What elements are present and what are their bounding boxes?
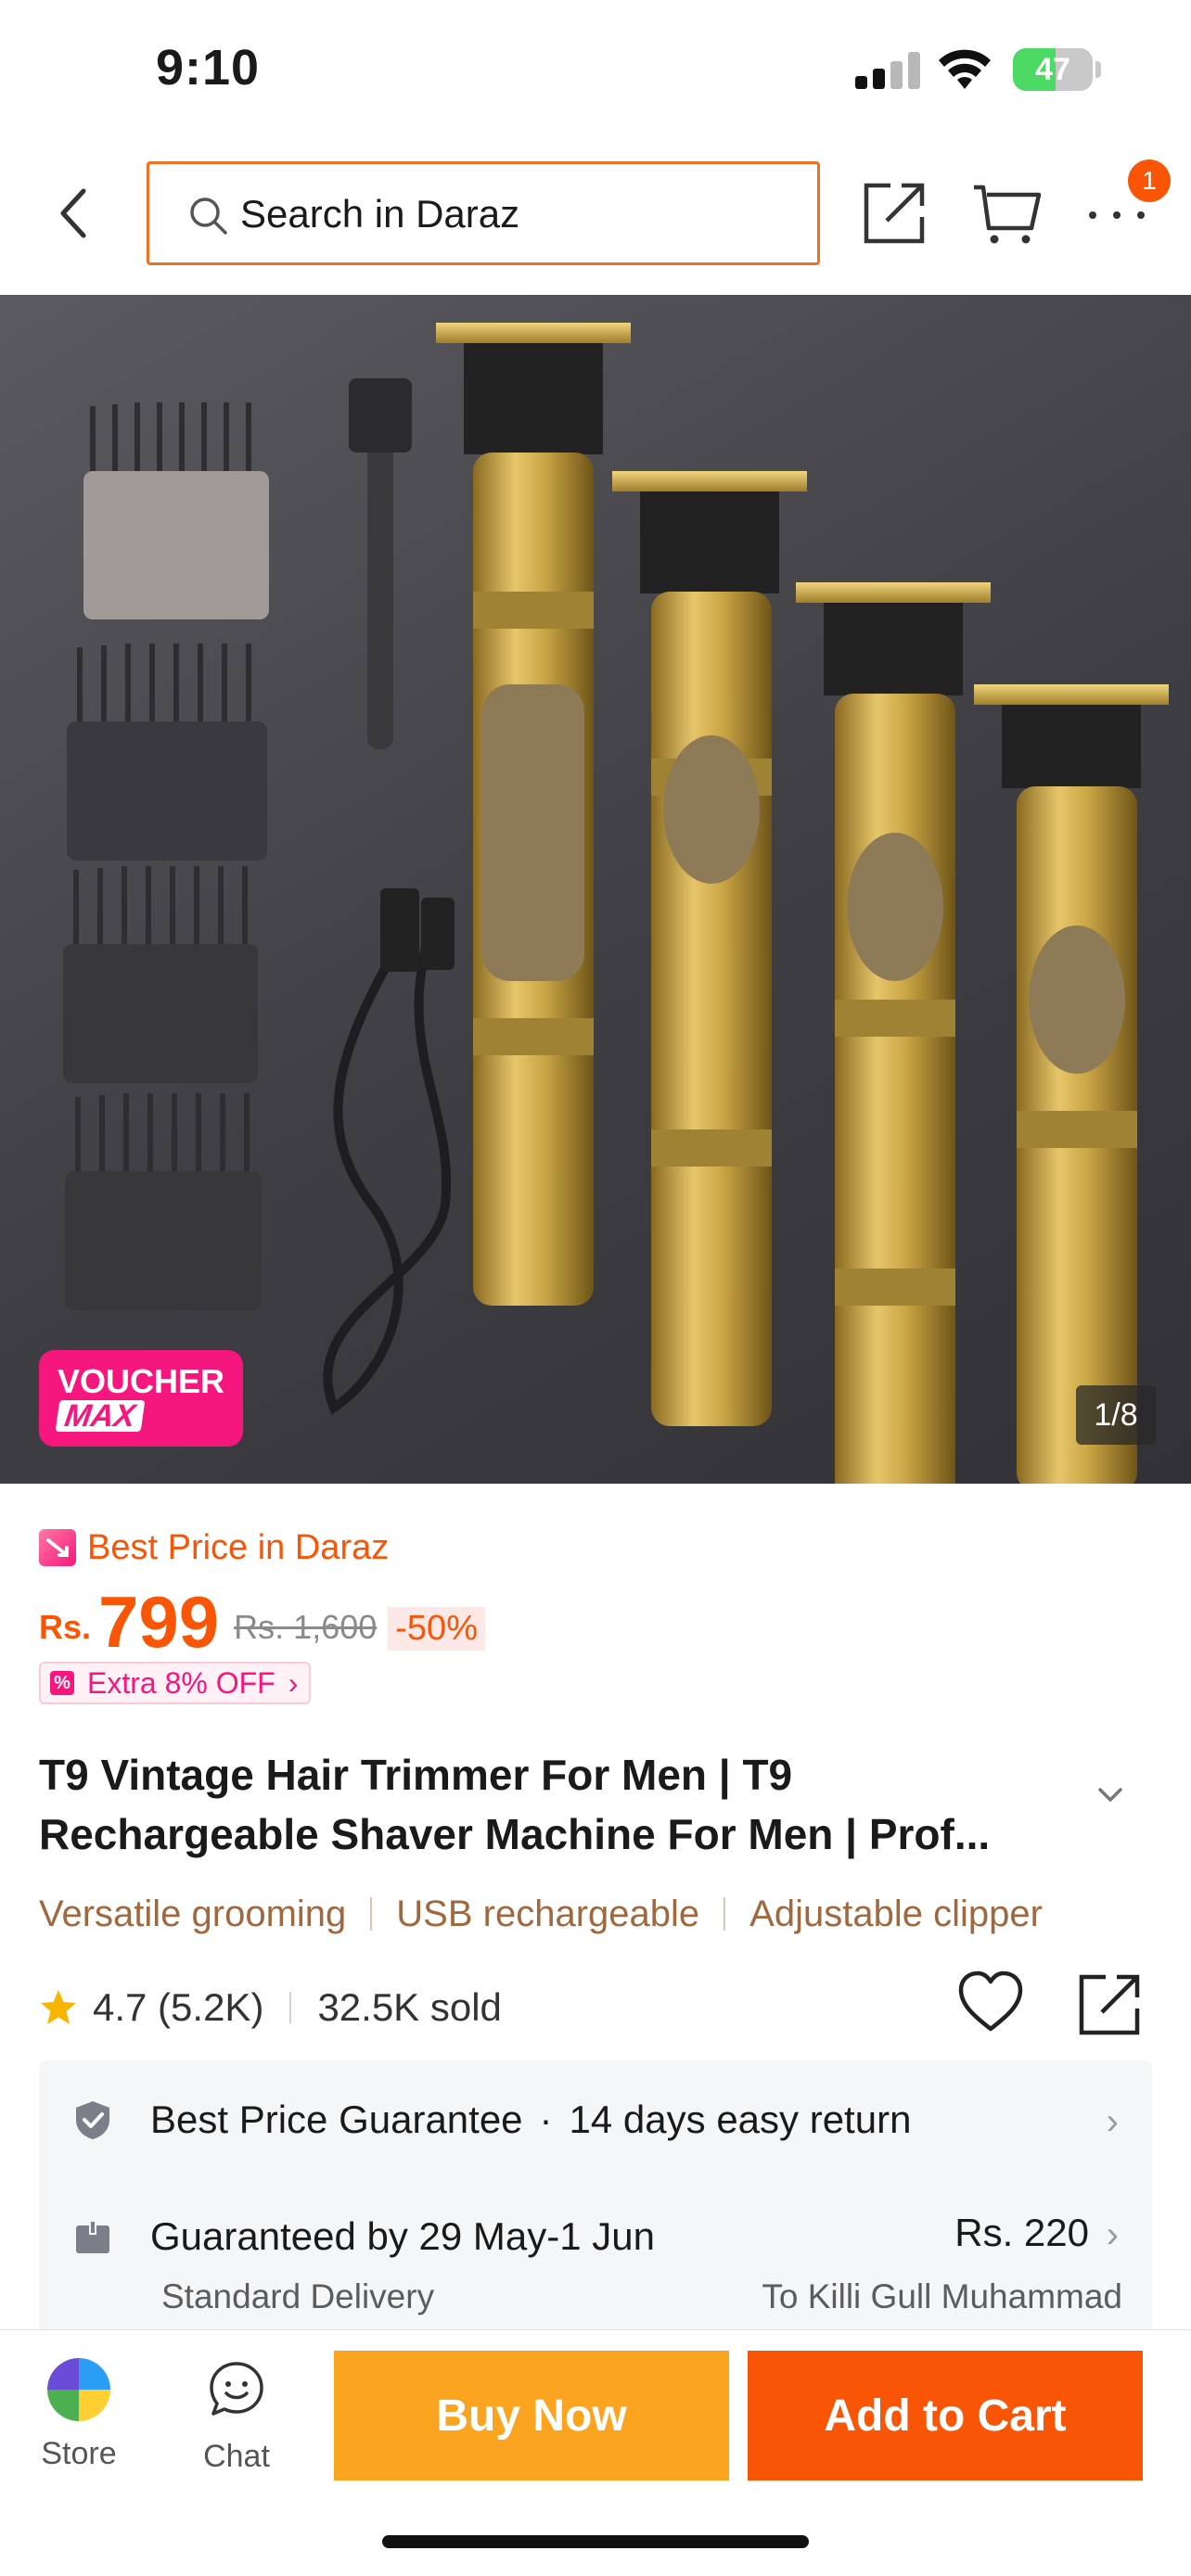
chevron-right-icon: ›: [1106, 2214, 1119, 2255]
product-photo: [63, 323, 1169, 1484]
status-time: 9:10: [156, 40, 261, 96]
sold-count: 32.5K sold: [317, 1985, 502, 2029]
feature-tags: Versatile grooming USB rechargeable Adju…: [39, 1886, 1191, 1942]
store-label: Store: [41, 2436, 117, 2471]
returns-label: 14 days easy return: [569, 2098, 912, 2141]
delivery-row[interactable]: Guaranteed by 29 May-1 Jun Rs. 220 ›: [72, 2209, 1130, 2264]
heart-icon[interactable]: [955, 1968, 1026, 2038]
price-row: Rs. 799 Rs. 1,600 -50%: [39, 1576, 485, 1660]
trimmer: [796, 582, 991, 1484]
share-icon[interactable]: [1076, 1970, 1145, 2038]
coupon-icon: %: [50, 1671, 74, 1695]
store-avatar-icon: [47, 2358, 110, 2421]
discount-badge: -50%: [388, 1607, 485, 1651]
extra-offer-chip[interactable]: % Extra 8% OFF ›: [39, 1662, 312, 1704]
product-title: T9 Vintage Hair Trimmer For Men | T9 Rec…: [39, 1751, 991, 1858]
service-card: Best Price Guarantee · 14 days easy retu…: [39, 2060, 1152, 2329]
feature-tag: USB rechargeable: [396, 1893, 700, 1934]
price-tag-icon: [39, 1529, 76, 1566]
feature-tag: Adjustable clipper: [749, 1893, 1043, 1934]
top-nav: Search in Daraz 1: [0, 139, 1191, 295]
add-to-cart-button[interactable]: Add to Cart: [748, 2351, 1143, 2480]
rating-row[interactable]: 4.7 (5.2K) 32.5K sold: [39, 1975, 502, 2040]
trimmer: [974, 684, 1169, 1484]
best-price-badge: Best Price in Daraz: [39, 1524, 389, 1571]
product-image-gallery[interactable]: VOUCHER MAX 1/8: [0, 295, 1191, 1484]
battery-charging-icon: 47: [1013, 48, 1102, 91]
delivery-fee: Rs. 220: [954, 2211, 1089, 2254]
cart-icon[interactable]: [970, 176, 1044, 249]
delivery-location: To Killi Gull Muhammad: [762, 2277, 1122, 2315]
battery-percent: 47: [1035, 52, 1070, 87]
star-icon: [41, 1990, 76, 2024]
delivery-type: Standard Delivery: [161, 2277, 435, 2315]
guarantee-row[interactable]: Best Price Guarantee · 14 days easy retu…: [72, 2092, 1130, 2148]
chevron-right-icon: ›: [1106, 2101, 1119, 2142]
home-indicator[interactable]: [382, 2535, 809, 2548]
notification-badge: 1: [1128, 159, 1171, 202]
trimmer: [436, 323, 631, 1306]
back-button[interactable]: [46, 181, 102, 246]
original-price: Rs. 1,600: [234, 1608, 378, 1646]
chevron-left-icon: [60, 188, 86, 238]
share-icon[interactable]: [859, 176, 931, 249]
chat-button[interactable]: Chat: [186, 2351, 288, 2480]
buy-now-button[interactable]: Buy Now: [334, 2351, 729, 2480]
wifi-icon: [939, 49, 991, 89]
delivery-date: Guaranteed by 29 May-1 Jun: [150, 2214, 655, 2258]
chat-label: Chat: [203, 2439, 270, 2474]
search-input[interactable]: Search in Daraz: [147, 161, 820, 265]
image-counter: 1/8: [1076, 1385, 1156, 1445]
rating-value: 4.7 (5.2K): [93, 1985, 264, 2029]
current-price: 799: [98, 1581, 220, 1663]
guide-comb: [63, 471, 269, 1310]
signal-icon: [855, 52, 920, 89]
extra-offer-label: Extra 8% OFF: [87, 1665, 275, 1700]
chevron-down-icon[interactable]: [1095, 1779, 1126, 1810]
currency: Rs.: [39, 1608, 92, 1646]
delivery-box-icon: [76, 2220, 109, 2253]
voucher-max-badge: VOUCHER MAX: [39, 1350, 243, 1447]
search-icon: [190, 198, 227, 235]
chevron-right-icon: ›: [288, 1665, 299, 1700]
shield-check-icon: [76, 2101, 109, 2139]
guarantee-label: Best Price Guarantee: [150, 2098, 523, 2141]
search-placeholder: Search in Daraz: [240, 192, 520, 236]
trimmer: [612, 471, 807, 1426]
chat-icon: [210, 2362, 263, 2416]
best-price-label: Best Price in Daraz: [87, 1527, 390, 1567]
status-bar: 9:10 47: [0, 0, 1191, 139]
feature-tag: Versatile grooming: [39, 1893, 347, 1934]
store-button[interactable]: Store: [28, 2351, 130, 2480]
